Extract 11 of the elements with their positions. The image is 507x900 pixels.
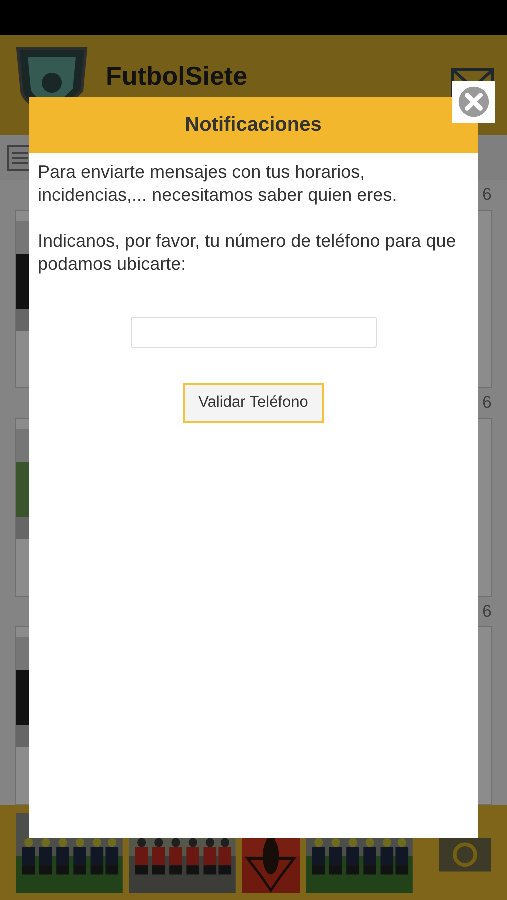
- message-text: Para enviarte mensajes con tus horarios, incidencias,... necesitamos saber quien eres.: [38, 161, 398, 207]
- validate-button[interactable]: Validar Teléfono: [182, 383, 324, 423]
- card-date: 6: [482, 184, 492, 205]
- app-title: FutbolSiete: [106, 60, 249, 92]
- close-icon: [456, 85, 490, 119]
- card-date: 6: [482, 393, 492, 414]
- close-button[interactable]: [452, 81, 495, 123]
- phone-input-field[interactable]: [130, 317, 376, 348]
- message-text: Indicanos, por favor, tu número de teléfono para que podamos ubicarte:: [38, 230, 458, 276]
- dialog-title: Notificaciones: [185, 114, 322, 136]
- card-date: 6: [482, 602, 492, 622]
